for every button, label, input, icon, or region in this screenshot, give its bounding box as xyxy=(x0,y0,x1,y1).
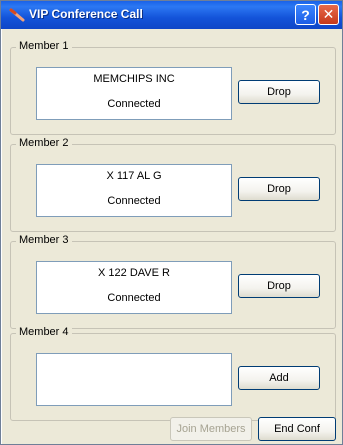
member-4-label: Member 4 xyxy=(16,326,72,338)
close-button[interactable]: ✕ xyxy=(318,4,339,25)
title-bar[interactable]: VIP Conference Call ? ✕ xyxy=(1,1,342,29)
member-2-info-box: X 117 AL G Connected xyxy=(36,164,232,217)
help-icon: ? xyxy=(301,6,310,23)
member-2-group: Member 2 X 117 AL G Connected Drop xyxy=(10,137,336,232)
help-button[interactable]: ? xyxy=(295,4,316,25)
window-title: VIP Conference Call xyxy=(29,7,143,21)
member-1-drop-button[interactable]: Drop xyxy=(238,80,320,104)
join-members-button[interactable]: Join Members xyxy=(170,417,252,441)
member-3-drop-button[interactable]: Drop xyxy=(238,274,320,298)
member-1-group: Member 1 MEMCHIPS INC Connected Drop xyxy=(10,40,336,135)
member-3-label: Member 3 xyxy=(16,234,72,246)
member-2-name: X 117 AL G xyxy=(106,170,162,182)
member-3-status: Connected xyxy=(107,292,161,304)
close-icon: ✕ xyxy=(322,6,335,22)
member-3-group: Member 3 X 122 DAVE R Connected Drop xyxy=(10,234,336,329)
member-1-info-box: MEMCHIPS INC Connected xyxy=(36,67,232,120)
member-3-name: X 122 DAVE R xyxy=(98,267,170,279)
member-1-label: Member 1 xyxy=(16,40,72,52)
phone-icon xyxy=(9,8,25,22)
member-4-group: Member 4 Add xyxy=(10,326,336,421)
member-2-drop-button[interactable]: Drop xyxy=(238,177,320,201)
member-4-add-button[interactable]: Add xyxy=(238,366,320,390)
end-conf-button[interactable]: End Conf xyxy=(258,417,336,441)
member-3-info-box: X 122 DAVE R Connected xyxy=(36,261,232,314)
member-1-status: Connected xyxy=(107,98,161,110)
member-4-info-box xyxy=(36,353,232,406)
member-2-label: Member 2 xyxy=(16,137,72,149)
member-1-name: MEMCHIPS INC xyxy=(93,73,175,85)
conference-window: VIP Conference Call ? ✕ Member 1 MEMCHIP… xyxy=(0,0,343,445)
member-2-status: Connected xyxy=(107,195,161,207)
